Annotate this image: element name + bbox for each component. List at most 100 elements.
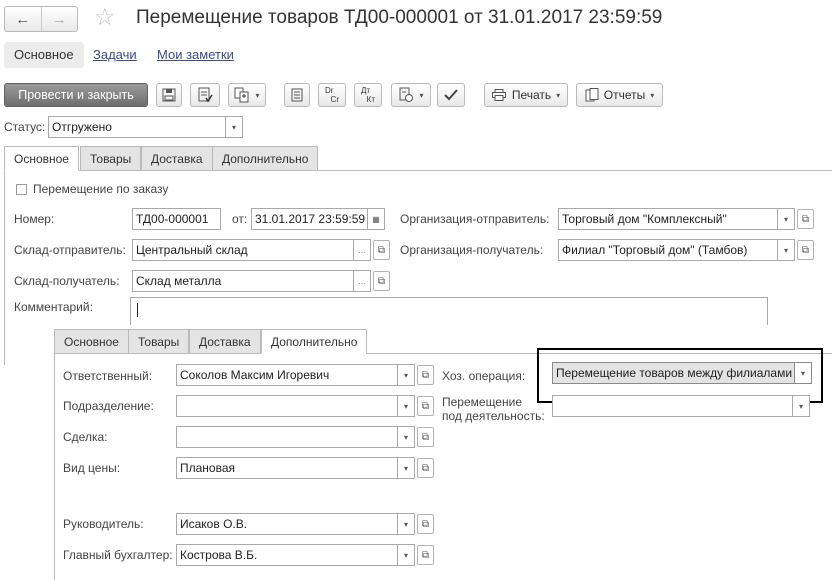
tab-additional[interactable]: Дополнительно [212, 146, 319, 171]
print-label: Печать [511, 88, 552, 102]
section-tab-main[interactable]: Основное [4, 42, 84, 68]
chief-accountant-open-icon[interactable]: ⧉ [417, 545, 434, 565]
org-sender-label: Организация-отправитель: [400, 212, 550, 226]
comment-field[interactable] [130, 297, 768, 325]
warehouse-receiver-choose-icon[interactable]: ... [354, 270, 371, 292]
inner-tab-main[interactable]: Основное [54, 329, 129, 354]
kt-label: Кт [366, 95, 375, 104]
save-icon [162, 88, 176, 102]
price-type-field[interactable]: Плановая [176, 457, 398, 479]
chief-accountant-dropdown-icon[interactable]: ▾ [398, 544, 415, 566]
activity-select[interactable] [552, 395, 793, 417]
status-select[interactable]: Отгружено [48, 116, 226, 138]
dt-kt-button[interactable]: Дт Кт [354, 83, 382, 107]
number-label: Номер: [14, 212, 55, 226]
activity-dropdown-icon[interactable]: ▾ [793, 395, 810, 417]
warehouse-receiver-label: Склад-получатель: [14, 274, 120, 288]
warehouse-receiver-field[interactable]: Склад металла [132, 270, 354, 292]
inner-tab-goods[interactable]: Товары [128, 329, 190, 354]
department-label: Подразделение: [63, 399, 154, 413]
responsible-dropdown-icon[interactable]: ▾ [398, 364, 415, 386]
post-button[interactable] [190, 83, 220, 107]
number-field[interactable]: ТД00-000001 [132, 208, 221, 230]
manager-field[interactable]: Исаков О.В. [176, 513, 398, 535]
text-cursor [137, 303, 138, 317]
warehouse-sender-label: Склад-отправитель: [14, 243, 126, 257]
status-label: Статус: [4, 120, 46, 134]
list-button[interactable] [284, 83, 310, 107]
org-receiver-field[interactable]: Филиал "Торговый дом" (Тамбов) [558, 239, 778, 261]
section-tab-notes[interactable]: Мои заметки [153, 42, 238, 68]
reports-button[interactable]: Отчеты ▾ [576, 83, 663, 107]
tab-delivery[interactable]: Доставка [141, 146, 213, 171]
org-receiver-dropdown-icon[interactable]: ▾ [778, 239, 795, 261]
department-open-icon[interactable]: ⧉ [417, 396, 434, 416]
reports-icon [585, 88, 599, 102]
warehouse-sender-open-icon[interactable]: ⧉ [373, 240, 390, 260]
department-dropdown-icon[interactable]: ▾ [398, 395, 415, 417]
list-icon [291, 88, 303, 102]
org-sender-field[interactable]: Торговый дом "Комплексный" [558, 208, 778, 230]
cr-label: Cr [330, 95, 339, 104]
check-button[interactable] [437, 83, 465, 107]
by-order-label: Перемещение по заказу [33, 182, 169, 196]
date-field[interactable]: 31.01.2017 23:59:59 [251, 208, 368, 230]
checkmark-icon [444, 89, 458, 101]
window-title: Перемещение товаров ТД00-000001 от 31.01… [136, 7, 663, 28]
org-sender-open-icon[interactable]: ⧉ [797, 209, 814, 229]
department-field[interactable] [176, 395, 398, 417]
price-type-label: Вид цены: [63, 461, 121, 475]
favorite-star-icon[interactable]: ☆ [94, 4, 116, 32]
warehouse-receiver-open-icon[interactable]: ⧉ [373, 271, 390, 291]
print-button[interactable]: Печать ▾ [484, 83, 568, 107]
chevron-down-icon: ▾ [650, 90, 655, 100]
manager-dropdown-icon[interactable]: ▾ [398, 513, 415, 535]
dr-cr-button[interactable]: Dr Cr [318, 83, 346, 107]
dt-label: Дт [361, 86, 371, 95]
tab-main[interactable]: Основное [4, 146, 79, 171]
save-button[interactable] [156, 83, 182, 107]
inner-tab-delivery[interactable]: Доставка [189, 329, 261, 354]
section-tab-tasks[interactable]: Задачи [89, 42, 141, 68]
deal-label: Сделка: [63, 430, 108, 444]
structure-button[interactable]: ▾ [391, 83, 431, 107]
inner-tab-additional[interactable]: Дополнительно [261, 329, 368, 354]
deal-field[interactable] [176, 426, 398, 448]
price-type-dropdown-icon[interactable]: ▾ [398, 457, 415, 479]
navigation-buttons: ← → [4, 6, 78, 32]
operation-label: Хоз. операция: [442, 369, 526, 383]
operation-dropdown-icon[interactable]: ▾ [795, 362, 812, 384]
operation-select[interactable]: Перемещение товаров между филиалами [552, 362, 795, 384]
chief-accountant-field[interactable]: Кострова В.Б. [176, 544, 398, 566]
forward-arrow-icon[interactable]: → [40, 7, 78, 31]
warehouse-sender-field[interactable]: Центральный склад [132, 239, 354, 261]
by-order-checkbox[interactable] [16, 184, 27, 195]
chief-accountant-label: Главный бухгалтер: [63, 548, 173, 562]
responsible-field[interactable]: Соколов Максим Игоревич [176, 364, 398, 386]
manager-open-icon[interactable]: ⧉ [417, 514, 434, 534]
deal-dropdown-icon[interactable]: ▾ [398, 426, 415, 448]
main-panel-border [4, 171, 5, 365]
chevron-down-icon: ▾ [419, 90, 424, 100]
price-type-open-icon[interactable]: ⧉ [417, 458, 434, 478]
responsible-label: Ответственный: [63, 369, 153, 383]
structure-icon [399, 87, 414, 102]
chevron-down-icon: ▾ [556, 90, 561, 100]
warehouse-sender-choose-icon[interactable]: ... [354, 239, 371, 261]
manager-label: Руководитель: [63, 517, 144, 531]
responsible-open-icon[interactable]: ⧉ [417, 365, 434, 385]
post-and-close-button[interactable]: Провести и закрыть [4, 83, 148, 107]
org-receiver-label: Организация-получатель: [400, 243, 544, 257]
create-based-on-button[interactable]: ▾ [228, 83, 266, 107]
tab-goods[interactable]: Товары [80, 146, 142, 171]
reports-label: Отчеты [603, 88, 646, 102]
deal-open-icon[interactable]: ⧉ [417, 427, 434, 447]
org-receiver-open-icon[interactable]: ⧉ [797, 240, 814, 260]
calendar-icon[interactable]: ▦ [368, 208, 385, 230]
chevron-down-icon: ▾ [255, 90, 260, 100]
date-label: от: [232, 212, 248, 226]
org-sender-dropdown-icon[interactable]: ▾ [778, 208, 795, 230]
status-dropdown-icon[interactable]: ▾ [226, 116, 243, 138]
printer-icon [491, 89, 506, 101]
back-arrow-icon[interactable]: ← [5, 7, 41, 31]
